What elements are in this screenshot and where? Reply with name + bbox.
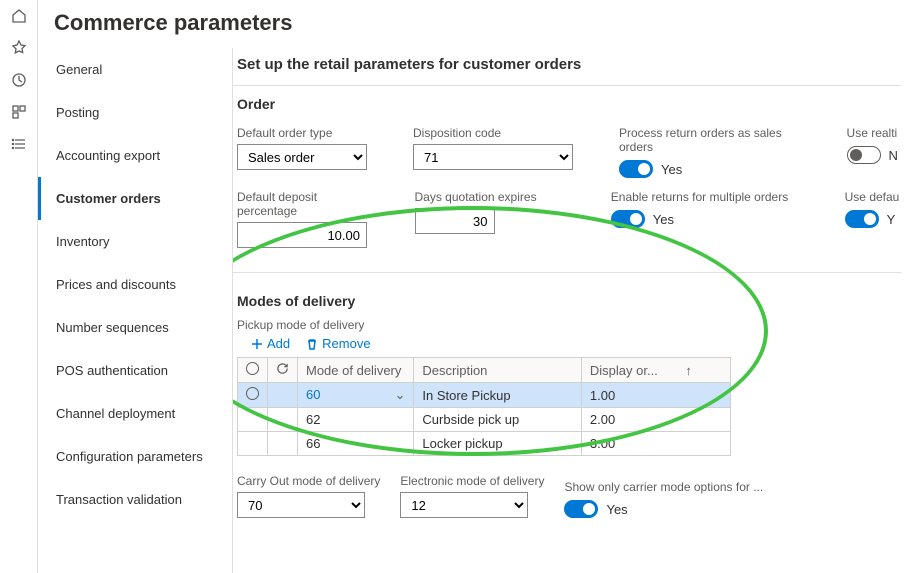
remove-button-label: Remove bbox=[322, 336, 370, 351]
mode-cell[interactable]: 66 bbox=[298, 432, 414, 456]
use-realtime-label: Use realti bbox=[847, 126, 901, 140]
days-quotation-label: Days quotation expires bbox=[415, 190, 565, 204]
desc-cell: Curbside pick up bbox=[414, 408, 581, 432]
nav-label: Number sequences bbox=[56, 320, 169, 335]
left-rail bbox=[0, 0, 38, 573]
enable-returns-toggle[interactable] bbox=[611, 210, 645, 228]
display-cell: 1.00 bbox=[581, 383, 730, 408]
star-icon[interactable] bbox=[9, 38, 29, 58]
nav-label: Accounting export bbox=[56, 148, 160, 163]
refresh-icon bbox=[276, 362, 289, 375]
modes-section: Modes of delivery Pickup mode of deliver… bbox=[233, 293, 901, 518]
nav-item-transaction-validation[interactable]: Transaction validation bbox=[38, 478, 232, 521]
desc-cell: Locker pickup bbox=[414, 432, 581, 456]
nav-label: General bbox=[56, 62, 102, 77]
nav-label: Prices and discounts bbox=[56, 277, 176, 292]
disposition-code-select[interactable]: 71 bbox=[413, 144, 573, 170]
nav-item-inventory[interactable]: Inventory bbox=[38, 220, 232, 263]
carry-out-label: Carry Out mode of delivery bbox=[237, 474, 380, 488]
display-cell: 3.00 bbox=[581, 432, 730, 456]
nav-item-number-sequences[interactable]: Number sequences bbox=[38, 306, 232, 349]
use-realtime-toggle[interactable] bbox=[847, 146, 881, 164]
use-realtime-text: N bbox=[889, 148, 898, 163]
desc-cell: In Store Pickup bbox=[414, 383, 581, 408]
history-icon[interactable] bbox=[9, 70, 29, 90]
table-row[interactable]: 66 Locker pickup 3.00 bbox=[238, 432, 731, 456]
nav-item-accounting-export[interactable]: Accounting export bbox=[38, 134, 232, 177]
col-display-label: Display or... bbox=[590, 363, 658, 378]
plus-icon bbox=[251, 338, 263, 350]
table-row[interactable]: 62 Curbside pick up 2.00 bbox=[238, 408, 731, 432]
display-cell: 2.00 bbox=[581, 408, 730, 432]
default-deposit-input[interactable] bbox=[237, 222, 367, 248]
process-return-toggle[interactable] bbox=[619, 160, 653, 178]
use-default-label: Use defau bbox=[845, 190, 901, 204]
grid-refresh[interactable] bbox=[268, 358, 298, 383]
col-display[interactable]: Display or... ↑ bbox=[581, 358, 730, 383]
mode-cell[interactable]: 62 bbox=[298, 408, 414, 432]
col-mode[interactable]: Mode of delivery bbox=[298, 358, 414, 383]
remove-button[interactable]: Remove bbox=[306, 336, 370, 351]
default-order-type-label: Default order type bbox=[237, 126, 367, 140]
table-row[interactable]: 60 ⌄ In Store Pickup 1.00 bbox=[238, 383, 731, 408]
nav-item-posting[interactable]: Posting bbox=[38, 91, 232, 134]
nav-item-channel-deployment[interactable]: Channel deployment bbox=[38, 392, 232, 435]
process-return-text: Yes bbox=[661, 162, 682, 177]
nav-item-configuration-parameters[interactable]: Configuration parameters bbox=[38, 435, 232, 478]
nav-label: POS authentication bbox=[56, 363, 168, 378]
pickup-mode-grid: Mode of delivery Description Display or.… bbox=[237, 357, 731, 456]
nav-label: Customer orders bbox=[56, 191, 161, 206]
home-icon[interactable] bbox=[9, 6, 29, 26]
side-nav: General Posting Accounting export Custom… bbox=[38, 48, 233, 573]
order-heading: Order bbox=[237, 96, 901, 120]
disposition-code-label: Disposition code bbox=[413, 126, 573, 140]
enable-returns-text: Yes bbox=[653, 212, 674, 227]
page-title: Commerce parameters bbox=[38, 0, 909, 48]
show-only-carrier-toggle[interactable] bbox=[564, 500, 598, 518]
nav-item-pos-authentication[interactable]: POS authentication bbox=[38, 349, 232, 392]
mode-value: 60 bbox=[306, 387, 320, 402]
nav-label: Channel deployment bbox=[56, 406, 175, 421]
nav-item-prices-discounts[interactable]: Prices and discounts bbox=[38, 263, 232, 306]
row-select[interactable] bbox=[238, 383, 268, 408]
add-button-label: Add bbox=[267, 336, 290, 351]
trash-icon bbox=[306, 338, 318, 350]
days-quotation-input[interactable] bbox=[415, 208, 495, 234]
add-button[interactable]: Add bbox=[251, 336, 290, 351]
module-icon[interactable] bbox=[9, 102, 29, 122]
use-default-toggle[interactable] bbox=[845, 210, 879, 228]
carry-out-select[interactable]: 70 bbox=[237, 492, 365, 518]
list-icon[interactable] bbox=[9, 134, 29, 154]
nav-label: Posting bbox=[56, 105, 99, 120]
mode-cell[interactable]: 60 ⌄ bbox=[298, 383, 414, 408]
grid-select-all[interactable] bbox=[238, 358, 268, 383]
electronic-select[interactable]: 12 bbox=[400, 492, 528, 518]
pickup-mode-label: Pickup mode of delivery bbox=[237, 318, 364, 332]
default-deposit-label: Default deposit percentage bbox=[237, 190, 369, 218]
electronic-label: Electronic mode of delivery bbox=[400, 474, 544, 488]
sort-ascending-icon: ↑ bbox=[685, 363, 692, 378]
nav-label: Inventory bbox=[56, 234, 109, 249]
order-section: Order Default order type Sales order Dis… bbox=[233, 85, 901, 273]
col-desc[interactable]: Description bbox=[414, 358, 581, 383]
nav-item-customer-orders[interactable]: Customer orders bbox=[38, 177, 232, 220]
modes-heading: Modes of delivery bbox=[237, 293, 901, 317]
default-order-type-select[interactable]: Sales order bbox=[237, 144, 367, 170]
nav-label: Transaction validation bbox=[56, 492, 182, 507]
use-default-text: Y bbox=[887, 212, 896, 227]
chevron-down-icon[interactable]: ⌄ bbox=[394, 387, 405, 403]
show-only-carrier-label: Show only carrier mode options for ... bbox=[564, 480, 763, 494]
enable-returns-label: Enable returns for multiple orders bbox=[611, 190, 799, 204]
nav-item-general[interactable]: General bbox=[38, 48, 232, 91]
process-return-label: Process return orders as sales orders bbox=[619, 126, 801, 154]
nav-label: Configuration parameters bbox=[56, 449, 203, 464]
section-title: Set up the retail parameters for custome… bbox=[233, 48, 901, 85]
show-only-carrier-text: Yes bbox=[606, 502, 627, 517]
